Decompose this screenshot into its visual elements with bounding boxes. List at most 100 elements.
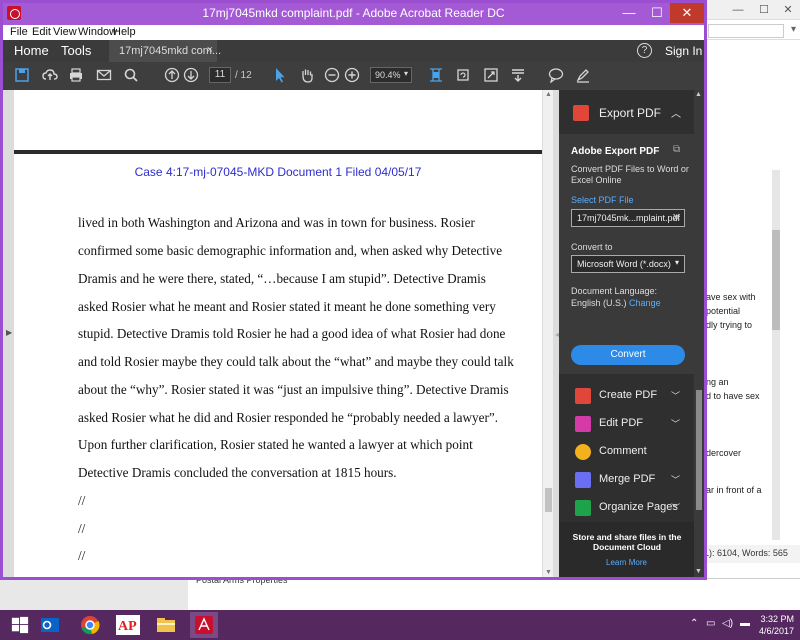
scroll-mode-icon[interactable]: [509, 67, 527, 85]
left-pane-toggle[interactable]: ▶: [3, 90, 14, 577]
tool-merge-pdf[interactable]: Merge PDF ﹀: [559, 466, 694, 494]
learn-more-link[interactable]: Learn More: [559, 558, 694, 567]
scrollbar-thumb[interactable]: [545, 488, 552, 512]
background-window[interactable]: — ☐ ✕ ▾: [700, 0, 800, 610]
zoom-in-icon[interactable]: [343, 67, 361, 85]
format-select[interactable]: Microsoft Word (*.docx) ▾: [571, 255, 685, 273]
menu-file[interactable]: File: [10, 26, 28, 38]
pane-scrollbar[interactable]: ▲ ▼: [694, 90, 704, 577]
maximize-icon[interactable]: ☐: [756, 2, 772, 18]
screen: — ☐ ✕ ▾ ave sex with potential dly tryin…: [0, 0, 800, 640]
email-icon[interactable]: [95, 67, 113, 85]
chevron-down-icon[interactable]: ﹀: [671, 389, 680, 402]
close-button[interactable]: ✕: [670, 3, 704, 23]
scroll-up-icon[interactable]: ▲: [695, 91, 702, 98]
clear-file-icon[interactable]: ✕: [672, 211, 681, 224]
menu-view[interactable]: View: [53, 26, 77, 38]
previous-page-icon[interactable]: [163, 67, 181, 85]
home-tab[interactable]: Home: [14, 43, 49, 58]
tool-comment[interactable]: Comment: [559, 438, 694, 466]
document-line: //: [78, 493, 86, 508]
system-clock[interactable]: 3:32 PM 4/6/2017: [759, 613, 794, 637]
highlight-pen-icon[interactable]: [574, 67, 592, 85]
tools-pane: ◀ Export PDF ︿ Adobe Export PDF ⧉ Conver…: [555, 90, 704, 577]
menu-window[interactable]: Window: [78, 26, 117, 38]
volume-icon[interactable]: ◁): [722, 618, 733, 629]
panel-title: Adobe Export PDF: [571, 146, 660, 157]
tool-edit-pdf[interactable]: Edit PDF ﹀: [559, 410, 694, 438]
background-address-bar[interactable]: ▾: [700, 22, 800, 40]
zoom-out-icon[interactable]: [323, 67, 341, 85]
chevron-down-icon[interactable]: ﹀: [671, 473, 680, 486]
tool-create-pdf[interactable]: Create PDF ﹀: [559, 382, 694, 410]
chrome-icon[interactable]: [76, 612, 104, 638]
hand-icon[interactable]: [298, 67, 316, 85]
show-hidden-icons[interactable]: ⌃: [690, 618, 698, 629]
rotate-icon[interactable]: [454, 67, 472, 85]
chevron-down-icon[interactable]: ﹀: [671, 501, 680, 514]
network-icon[interactable]: ▭: [706, 618, 715, 629]
fit-page-icon[interactable]: [427, 67, 445, 85]
pdf-page[interactable]: Case 4:17-mj-07045-MKD Document 1 Filed …: [14, 154, 542, 577]
document-scrollbar[interactable]: ▲ ▼: [542, 90, 553, 577]
acrobat-taskbar-icon[interactable]: [190, 612, 218, 638]
minimize-icon[interactable]: —: [730, 2, 746, 18]
scroll-down-icon[interactable]: ▼: [545, 569, 552, 576]
close-icon[interactable]: ✕: [780, 2, 796, 18]
tool-label: Organize Pages: [599, 501, 678, 513]
scroll-up-icon[interactable]: ▲: [545, 91, 552, 98]
close-tab-icon[interactable]: ×: [207, 44, 213, 56]
select-cursor-icon[interactable]: [271, 67, 289, 85]
comment-icon[interactable]: [547, 67, 565, 85]
scrollbar-thumb[interactable]: [696, 390, 702, 510]
menu-edit[interactable]: Edit: [32, 26, 51, 38]
clipboard-icon[interactable]: ⧉: [673, 144, 680, 155]
document-language: English (U.S.) Change: [571, 298, 661, 308]
document-viewer[interactable]: ▶ Case 4:17-mj-07045-MKD Document 1 File…: [3, 90, 559, 577]
chevron-up-icon[interactable]: ︿: [671, 105, 681, 120]
tools-tab[interactable]: Tools: [61, 43, 91, 58]
full-screen-icon[interactable]: [482, 67, 500, 85]
next-page-icon[interactable]: [182, 67, 200, 85]
background-text: potential: [706, 306, 741, 316]
windows-start-icon[interactable]: [6, 612, 34, 638]
chevron-down-icon: ▾: [403, 69, 408, 78]
menu-help[interactable]: Help: [113, 26, 136, 38]
chevron-down-icon[interactable]: ﹀: [671, 417, 680, 430]
save-icon[interactable]: [13, 67, 31, 85]
select-file-link[interactable]: Select PDF File: [571, 195, 634, 205]
change-language-link[interactable]: Change: [629, 298, 661, 308]
selected-file-field[interactable]: 17mj7045mk...mplaint.pdf ✕: [571, 209, 685, 227]
title-bar[interactable]: 17mj7045mkd complaint.pdf - Adobe Acroba…: [3, 3, 704, 25]
background-bottom-panel: Postal Arms Properties: [188, 575, 800, 610]
zoom-select[interactable]: 90.4% ▾: [370, 67, 412, 83]
clock-date: 4/6/2017: [758, 626, 794, 636]
minimize-button[interactable]: —: [615, 3, 643, 23]
background-left-panel: [0, 578, 188, 610]
page-number-input[interactable]: 11: [209, 67, 231, 83]
document-tab[interactable]: 17mj7045mkd com... ×: [109, 40, 221, 62]
search-icon[interactable]: [122, 67, 140, 85]
document-line: Upon further clarification, Rosier state…: [78, 437, 473, 452]
document-line: stupid. Detective Dramis told Rosier he …: [78, 326, 506, 341]
background-text: ar in front of a: [706, 485, 762, 495]
battery-icon[interactable]: ▬: [740, 618, 750, 629]
tool-organize-pages[interactable]: Organize Pages ﹀: [559, 494, 694, 522]
scroll-down-icon[interactable]: ▼: [695, 568, 702, 575]
zoom-value: 90.4%: [375, 70, 401, 80]
outlook-icon[interactable]: [36, 612, 64, 638]
export-pdf-header[interactable]: Export PDF ︿: [559, 90, 694, 134]
help-icon[interactable]: ?: [637, 43, 652, 58]
maximize-button[interactable]: ☐: [643, 3, 671, 23]
background-status-bar: L): 6104, Words: 565: [700, 545, 800, 563]
edit-pdf-icon: [575, 416, 591, 432]
upload-cloud-icon[interactable]: [41, 67, 59, 85]
ap-news-icon[interactable]: AP: [114, 612, 142, 638]
file-explorer-icon[interactable]: [152, 612, 180, 638]
print-icon[interactable]: [67, 67, 85, 85]
convert-button[interactable]: Convert: [571, 345, 685, 365]
sign-in-link[interactable]: Sign In: [665, 44, 702, 58]
background-scrollbar[interactable]: [772, 170, 780, 540]
background-text: dly trying to: [706, 320, 753, 330]
chevron-down-icon: ▾: [674, 258, 679, 267]
